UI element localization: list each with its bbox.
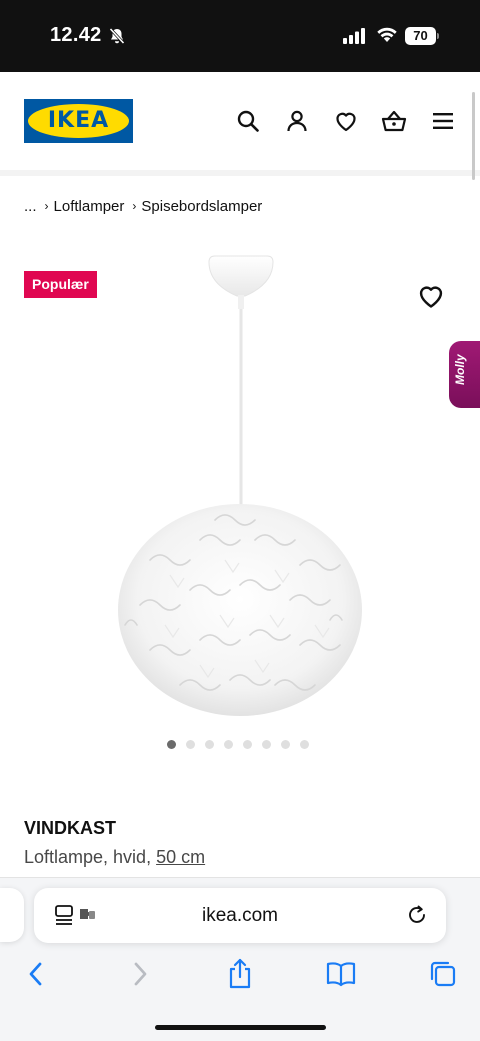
bell-muted-icon <box>108 27 126 50</box>
add-to-favourites-heart-icon[interactable] <box>417 282 445 310</box>
previous-tab-peek[interactable] <box>0 888 24 942</box>
product-description-text: Loftlampe, hvid, <box>24 847 157 867</box>
browser-bottom-bar: ikea.com <box>0 877 480 1041</box>
forward-chevron-icon[interactable] <box>124 958 156 990</box>
user-account-icon[interactable] <box>284 108 310 134</box>
carousel-dot[interactable] <box>243 740 252 749</box>
molly-label: Molly <box>453 354 467 385</box>
carousel-dot[interactable] <box>224 740 233 749</box>
wifi-icon <box>376 26 398 48</box>
status-time: 12.42 <box>50 24 102 46</box>
carousel-dot[interactable] <box>186 740 195 749</box>
carousel-dot[interactable] <box>205 740 214 749</box>
hamburger-menu-icon[interactable] <box>430 108 456 134</box>
logo-text: IKEA <box>47 108 110 133</box>
ikea-logo[interactable]: IKEA <box>24 99 133 143</box>
bookmarks-book-icon[interactable] <box>325 958 357 990</box>
size-link[interactable]: 50 cm <box>156 847 205 867</box>
status-bar: 12.42 70 <box>0 0 480 72</box>
battery-cap <box>437 33 439 39</box>
carousel-dot[interactable] <box>281 740 290 749</box>
search-icon[interactable] <box>235 108 261 134</box>
battery-indicator: 70 <box>405 27 439 45</box>
breadcrumb-ellipsis[interactable]: ... <box>24 198 37 215</box>
carousel-dots <box>167 740 309 749</box>
share-icon[interactable] <box>224 958 256 990</box>
product-image-carousel[interactable]: Populær Molly <box>0 240 480 760</box>
shopping-basket-icon[interactable] <box>381 108 407 134</box>
favourites-heart-icon[interactable] <box>333 108 359 134</box>
url-text: ikea.com <box>201 905 279 926</box>
pendant-lamp-image <box>118 255 362 716</box>
page-scrollbar[interactable] <box>472 92 475 180</box>
reload-icon[interactable] <box>406 904 428 931</box>
chevron-right-icon: › <box>132 199 137 213</box>
back-chevron-icon[interactable] <box>20 958 52 990</box>
battery-level: 70 <box>405 27 436 45</box>
cellular-signal-icon <box>343 28 367 49</box>
carousel-dot[interactable] <box>262 740 271 749</box>
header-divider <box>0 170 480 176</box>
address-bar[interactable]: ikea.com <box>34 888 446 943</box>
tabs-overview-icon[interactable] <box>427 958 459 990</box>
logo-ellipse: IKEA <box>28 104 129 138</box>
browser-toolbar <box>0 954 480 994</box>
molly-assistant-tab[interactable]: Molly <box>449 341 480 408</box>
site-header: IKEA <box>0 72 480 170</box>
carousel-dot[interactable] <box>167 740 176 749</box>
breadcrumb: ... › Loftlamper › Spisebordslamper <box>24 196 262 216</box>
product-description: Loftlampe, hvid, 50 cm <box>24 847 205 868</box>
product-name: VINDKAST <box>24 818 117 838</box>
breadcrumb-spisebordslamper[interactable]: Spisebordslamper <box>141 198 262 215</box>
home-indicator[interactable] <box>155 1025 326 1030</box>
breadcrumb-loftlamper[interactable]: Loftlamper <box>54 198 125 215</box>
carousel-dot[interactable] <box>300 740 309 749</box>
chevron-right-icon: › <box>44 199 49 213</box>
